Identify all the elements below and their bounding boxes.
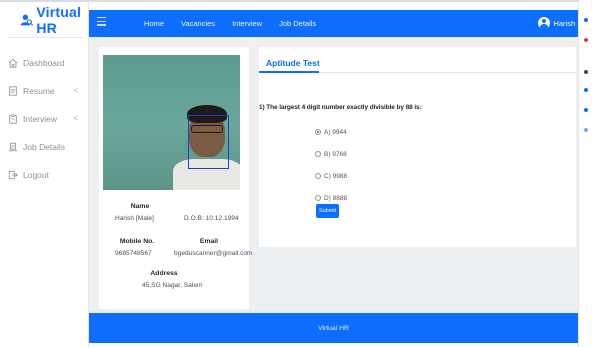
sidebar-item-label: Job Details [23, 142, 66, 152]
edge-dot-icon [584, 18, 588, 22]
edge-dot-icon [584, 108, 588, 112]
address-value: 45,SG Nagar, Salem [142, 282, 203, 289]
home-icon [8, 58, 18, 68]
nav-link-job-details[interactable]: Job Details [279, 19, 316, 28]
sidebar-item-job-details[interactable]: Job Details [6, 133, 88, 161]
user-search-icon [20, 14, 34, 26]
edge-dot-icon [584, 38, 588, 42]
edge-dot-icon [584, 88, 588, 92]
mobile-label: Mobile No. [119, 238, 155, 245]
edge-dot-icon [584, 128, 588, 132]
nav-link-home[interactable]: Home [144, 19, 164, 28]
sidebar-item-label: Logout [23, 170, 49, 180]
option-a[interactable]: A) 9944 [315, 121, 347, 143]
dob-value: D.O.B: 10.12.1994 [184, 215, 239, 222]
footer: Virtual HR [89, 313, 578, 343]
answer-options: A) 9944 B) 9768 C) 9988 D) 8888 [315, 121, 347, 209]
brand-divider [8, 37, 84, 38]
mobile-value: 9685748567 [115, 250, 152, 257]
document-icon [9, 86, 17, 96]
top-navbar: Home Vacancies Interview Job Details Har… [89, 10, 592, 37]
address-label: Address [150, 270, 178, 277]
tab-aptitude-test[interactable]: Aptitude Test [266, 58, 320, 68]
clipboard-icon [9, 114, 17, 124]
nav-link-interview[interactable]: Interview [232, 19, 262, 28]
edge-dot-icon [584, 70, 588, 74]
radio-button[interactable] [315, 173, 321, 179]
option-label: C) 9988 [324, 172, 348, 180]
right-edge-panel [578, 0, 592, 347]
sidebar-nav: Dashboard Resume < Interview < Job Detai… [6, 49, 88, 189]
brand[interactable]: Virtual HR [20, 4, 88, 36]
name-label: Name [130, 203, 150, 210]
brand-name: Virtual HR [36, 4, 82, 36]
footer-text: Virtual HR [318, 324, 349, 332]
chevron-left-icon: < [73, 86, 78, 95]
option-label: D) 8888 [324, 194, 348, 202]
sidebar-item-dashboard[interactable]: Dashboard [6, 49, 88, 77]
profile-card: Name Harish [Male] D.O.B: 10.12.1994 Mob… [99, 47, 253, 309]
name-value: Harish [Male] [115, 215, 154, 222]
option-label: A) 9944 [324, 128, 347, 136]
active-tab-underline [259, 71, 319, 73]
sidebar-item-interview[interactable]: Interview < [6, 105, 88, 133]
option-label: B) 9768 [324, 150, 347, 158]
radio-button[interactable] [315, 151, 321, 157]
sidebar-item-label: Resume [23, 86, 55, 96]
face-detection-box [188, 115, 229, 169]
sidebar-item-logout[interactable]: Logout [6, 161, 88, 189]
email-value: bgeduscanner@gmail.com [174, 250, 253, 257]
building-icon [8, 142, 18, 152]
logout-icon [8, 170, 18, 180]
question-text: 1) The largest 4 digit number exactly di… [259, 104, 422, 111]
sidebar: Virtual HR Dashboard Resume < Interview … [0, 2, 89, 347]
submit-button[interactable]: Submit [316, 204, 339, 218]
aptitude-test-card: Aptitude Test 1) The largest 4 digit num… [259, 47, 576, 247]
option-b[interactable]: B) 9768 [315, 143, 347, 165]
user-name: Harish [553, 18, 576, 28]
hamburger-icon[interactable] [97, 17, 106, 26]
radio-button[interactable] [315, 195, 321, 201]
sidebar-item-label: Dashboard [23, 58, 65, 68]
chevron-left-icon: < [73, 114, 78, 123]
user-avatar-icon [538, 17, 551, 29]
sidebar-item-resume[interactable]: Resume < [6, 77, 88, 105]
main-content: Name Harish [Male] D.O.B: 10.12.1994 Mob… [89, 37, 578, 313]
radio-button-selected[interactable] [315, 129, 321, 135]
sidebar-item-label: Interview [23, 114, 58, 124]
tab-divider [319, 71, 576, 73]
email-label: Email [199, 238, 219, 245]
nav-link-vacancies[interactable]: Vacancies [181, 19, 215, 28]
top-nav: Home Vacancies Interview Job Details [144, 10, 333, 37]
app-window: Virtual HR Dashboard Resume < Interview … [0, 0, 592, 347]
option-c[interactable]: C) 9988 [315, 165, 347, 187]
webcam-feed [103, 55, 240, 190]
